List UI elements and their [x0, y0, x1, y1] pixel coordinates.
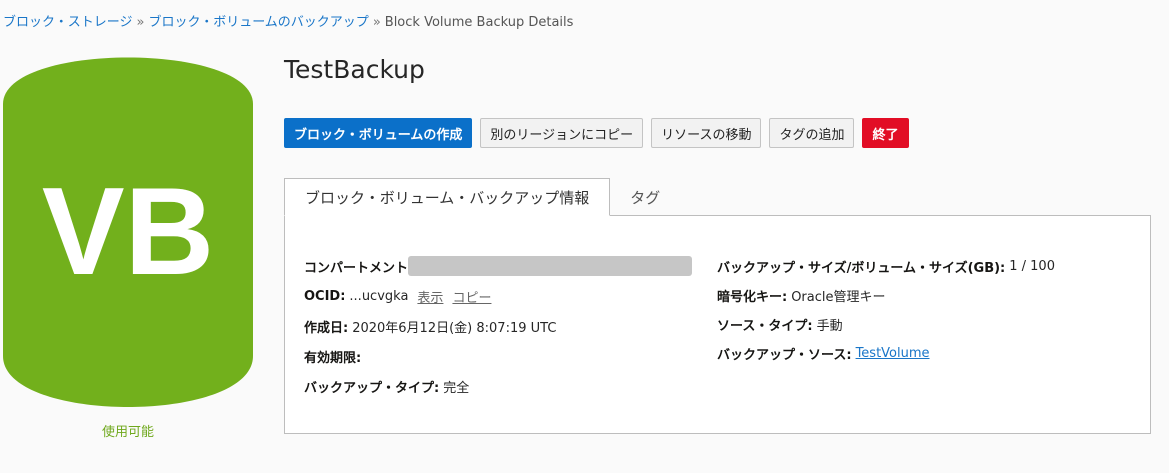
size-label: バックアップ・サイズ/ボリューム・サイズ(GB): — [717, 261, 1006, 276]
created-value: 2020年6月12日(金) 8:07:19 UTC — [352, 320, 557, 336]
size-row: バックアップ・サイズ/ボリューム・サイズ(GB): 1 / 100 — [717, 252, 1055, 281]
add-tags-button[interactable]: タグの追加 — [769, 118, 855, 148]
badge-initials: VB — [42, 163, 214, 301]
breadcrumb-block-storage[interactable]: ブロック・ストレージ — [3, 15, 132, 30]
details-left-column: コンパートメント OCID: ...ucvgka 表示 コピー 作成日: 202… — [304, 251, 693, 401]
ocid-value: ...ucvgka — [349, 288, 409, 304]
backup-source-label: バックアップ・ソース: — [717, 348, 852, 363]
action-bar: ブロック・ボリュームの作成 別のリージョンにコピー リソースの移動 タグの追加 … — [284, 118, 909, 148]
tab-tags[interactable]: タグ — [610, 178, 680, 216]
ocid-copy-link[interactable]: コピー — [452, 287, 491, 306]
encryption-row: 暗号化キー: Oracle管理キー — [717, 281, 1055, 310]
details-right-column: バックアップ・サイズ/ボリューム・サイズ(GB): 1 / 100 暗号化キー:… — [717, 252, 1055, 368]
copy-to-region-button[interactable]: 別のリージョンにコピー — [480, 118, 644, 148]
ocid-row: OCID: ...ucvgka 表示 コピー — [304, 281, 692, 311]
backup-source-link[interactable]: TestVolume — [856, 346, 930, 361]
ocid-label: OCID: — [304, 288, 346, 304]
encryption-label: 暗号化キー: — [717, 290, 788, 305]
compartment-row: コンパートメント — [304, 251, 693, 281]
move-resource-button[interactable]: リソースの移動 — [651, 118, 762, 148]
size-value: 1 / 100 — [1009, 259, 1055, 274]
status-badge: 使用可能 — [101, 425, 154, 440]
cylinder-icon: VB — [3, 57, 253, 407]
encryption-value: Oracle管理キー — [791, 290, 886, 305]
source-type-value: 手動 — [816, 319, 843, 334]
breadcrumb-separator: » — [136, 15, 145, 30]
backup-source-row: バックアップ・ソース: TestVolume — [717, 339, 1055, 368]
expiry-label: 有効期限: — [304, 350, 362, 366]
backup-type-label: バックアップ・タイプ: — [304, 380, 440, 396]
terminate-button[interactable]: 終了 — [862, 118, 909, 148]
source-type-label: ソース・タイプ: — [717, 319, 813, 334]
tab-bar: ブロック・ボリューム・バックアップ情報 タグ — [284, 178, 680, 216]
created-row: 作成日: 2020年6月12日(金) 8:07:19 UTC — [304, 311, 692, 341]
expiry-row: 有効期限: — [304, 341, 692, 371]
resource-badge: VB — [3, 52, 253, 408]
breadcrumb-current: Block Volume Backup Details — [384, 15, 574, 30]
backup-type-row: バックアップ・タイプ: 完全 — [304, 371, 692, 401]
breadcrumb-separator: » — [372, 15, 381, 30]
compartment-redacted-value — [408, 256, 693, 276]
backup-type-value: 完全 — [443, 380, 470, 396]
source-type-row: ソース・タイプ: 手動 — [717, 310, 1055, 339]
page-title: TestBackup — [284, 55, 425, 84]
breadcrumb: ブロック・ストレージ» ブロック・ボリュームのバックアップ» Block Volum… — [3, 11, 573, 30]
compartment-label: コンパートメント — [304, 260, 409, 276]
tab-backup-info[interactable]: ブロック・ボリューム・バックアップ情報 — [284, 178, 611, 216]
breadcrumb-block-volume-backups[interactable]: ブロック・ボリュームのバックアップ — [148, 15, 368, 30]
created-label: 作成日: — [304, 320, 349, 336]
create-block-volume-button[interactable]: ブロック・ボリュームの作成 — [284, 118, 473, 148]
ocid-show-link[interactable]: 表示 — [417, 287, 443, 306]
